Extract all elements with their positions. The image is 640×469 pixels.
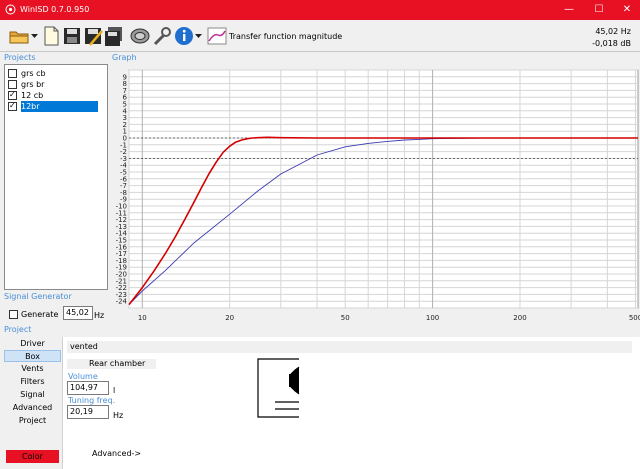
project-checkbox[interactable] — [8, 80, 17, 89]
tab-driver[interactable]: Driver — [4, 338, 61, 350]
project-checkbox[interactable] — [8, 69, 17, 78]
generator-frequency-input[interactable]: 45,02 — [63, 306, 93, 320]
x-tick-label: 20 — [225, 314, 234, 322]
box-type-selector[interactable]: vented — [67, 341, 632, 353]
tab-vents[interactable]: Vents — [4, 363, 61, 375]
box-panel — [62, 337, 640, 469]
response-graph[interactable]: 9876543210-1-2-3-4-5-6-7-8-9-10-11-12-13… — [112, 64, 640, 326]
signal-generator-label: Signal Generator — [4, 292, 72, 301]
window-title: WinISD 0.7.0.950 — [20, 5, 90, 14]
project-name: grs cb — [21, 69, 46, 78]
project-checkbox[interactable] — [8, 89, 17, 100]
graph-icon[interactable] — [206, 25, 228, 47]
list-item[interactable]: grs br — [6, 79, 107, 90]
plot-area — [128, 69, 639, 309]
volume-label: Volume — [68, 372, 98, 381]
projects-list: grs cb grs br 12 cb 12br — [4, 64, 108, 290]
advanced-link[interactable]: Advanced-> — [92, 449, 141, 458]
tab-advanced[interactable]: Advanced — [4, 402, 61, 414]
x-tick-label: 200 — [513, 314, 526, 322]
projects-label: Projects — [4, 53, 36, 62]
minimize-button[interactable]: — — [562, 3, 576, 17]
app-icon — [5, 4, 16, 15]
generate-checkbox[interactable] — [9, 310, 18, 319]
save-all-icon[interactable] — [103, 25, 125, 47]
y-tick-label: -24 — [116, 298, 128, 306]
graph-label: Graph — [112, 53, 137, 62]
tab-filters[interactable]: Filters — [4, 376, 61, 388]
enclosure-diagram — [257, 358, 300, 418]
dropdown-arrow-icon[interactable] — [31, 32, 38, 39]
tab-box[interactable]: Box — [4, 350, 61, 362]
maximize-button[interactable]: ☐ — [592, 3, 606, 17]
save-icon[interactable] — [61, 25, 83, 47]
rear-chamber-header: Rear chamber — [67, 359, 156, 369]
open-folder-icon[interactable] — [8, 25, 30, 47]
tuning-frequency-label: Tuning freq. — [68, 396, 116, 405]
cursor-frequency: 45,02 Hz — [595, 27, 631, 36]
x-tick-label: 100 — [426, 314, 439, 322]
tuning-frequency-unit: Hz — [113, 411, 124, 420]
volume-unit: l — [113, 386, 116, 395]
driver-icon[interactable] — [129, 25, 151, 47]
dropdown-arrow-icon[interactable] — [195, 32, 202, 39]
title-bar: WinISD 0.7.0.950 — ☐ ✕ — [0, 0, 640, 20]
project-checkbox[interactable] — [8, 100, 17, 111]
generate-label: Generate — [21, 310, 59, 319]
tab-project[interactable]: Project — [4, 415, 61, 427]
color-button[interactable]: Color — [6, 450, 59, 463]
toolbar: Transfer function magnitude 45,02 Hz -0,… — [0, 20, 640, 52]
tools-wrench-icon[interactable] — [151, 25, 173, 47]
tab-signal[interactable]: Signal — [4, 389, 61, 401]
x-tick-label: 10 — [138, 314, 147, 322]
project-name: grs br — [21, 80, 45, 89]
project-section-label: Project — [4, 325, 32, 334]
list-item[interactable]: 12br — [6, 100, 107, 112]
volume-input[interactable]: 104,97 — [67, 381, 109, 395]
tuning-frequency-input[interactable]: 20,19 — [67, 405, 109, 419]
project-name: 12br — [21, 101, 98, 112]
info-icon[interactable] — [173, 25, 195, 47]
new-document-icon[interactable] — [40, 25, 62, 47]
project-name: 12 cb — [21, 91, 44, 100]
cursor-level: -0,018 dB — [592, 39, 631, 48]
close-button[interactable]: ✕ — [620, 3, 634, 17]
list-item[interactable]: grs cb — [6, 68, 107, 79]
x-tick-label: 50 — [341, 314, 350, 322]
x-tick-label: 500 — [629, 314, 640, 322]
generator-frequency-unit: Hz — [94, 311, 105, 320]
graph-type-selector[interactable]: Transfer function magnitude — [229, 32, 342, 41]
list-item[interactable]: 12 cb — [6, 89, 107, 101]
save-as-icon[interactable] — [82, 25, 104, 47]
